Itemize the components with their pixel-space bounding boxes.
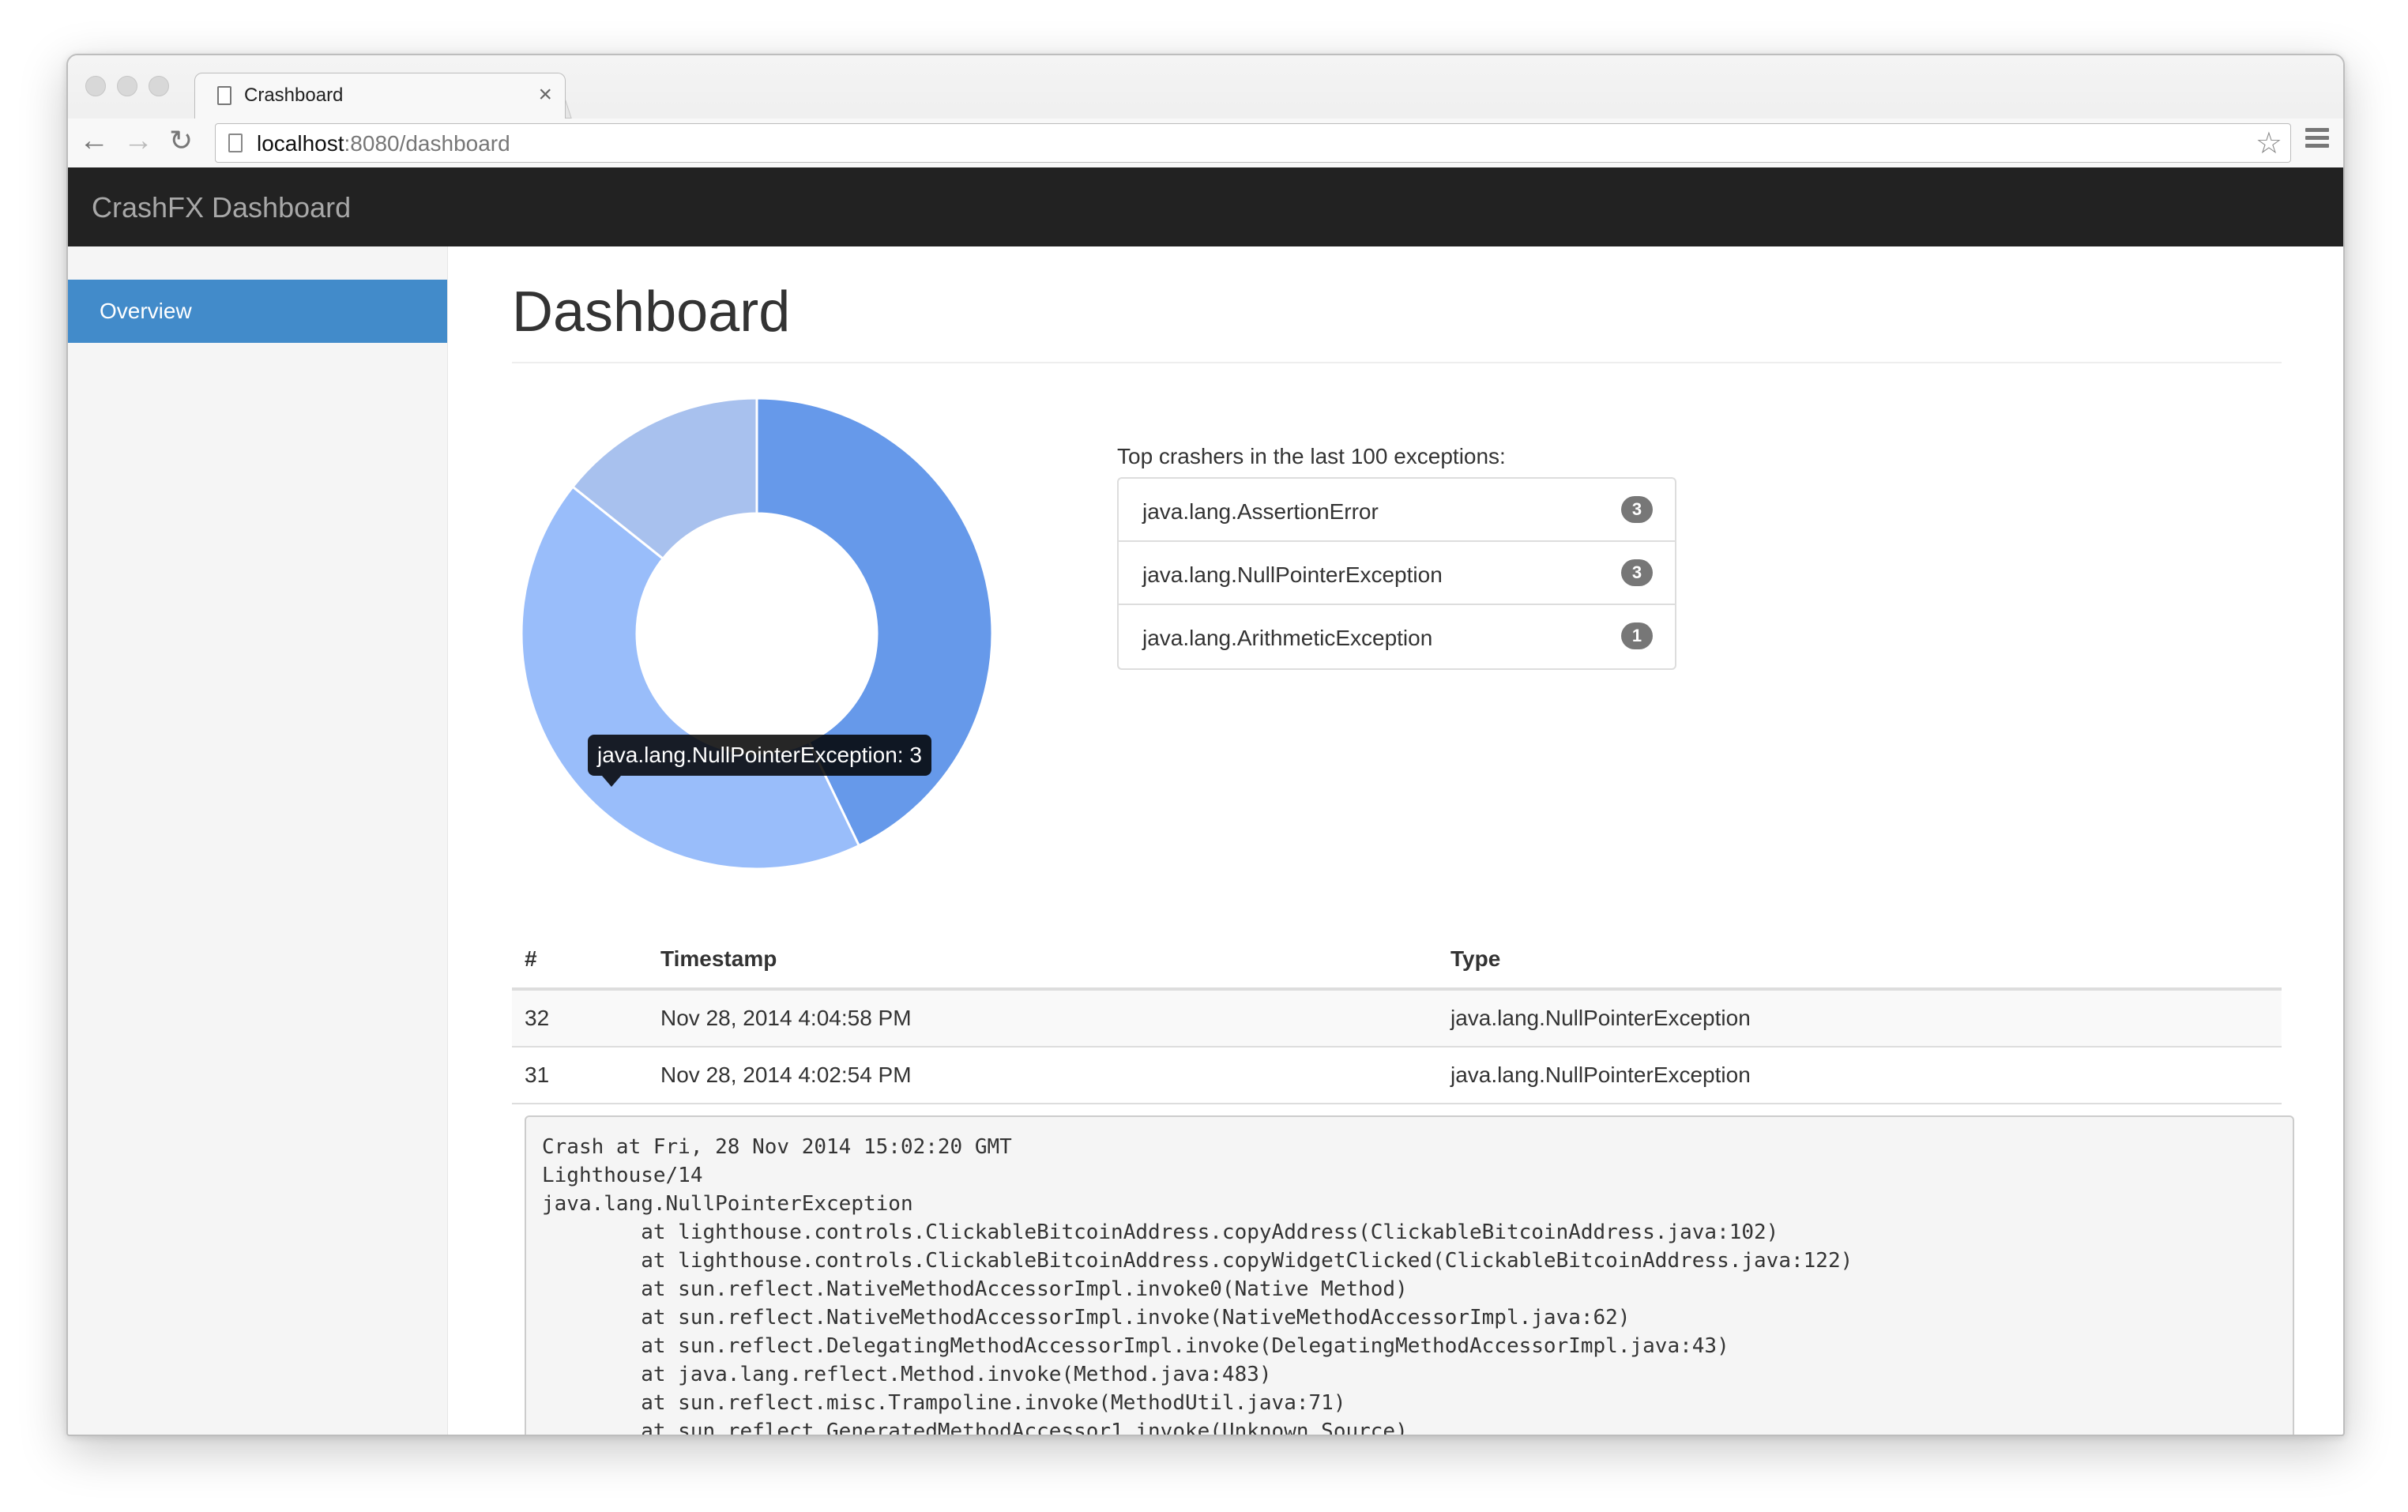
count-badge: 3 xyxy=(1621,559,1653,586)
browser-tab[interactable]: Crashboard × xyxy=(194,73,566,118)
cell-number: 32 xyxy=(512,989,648,1047)
table-row[interactable]: 32 Nov 28, 2014 4:04:58 PM java.lang.Nul… xyxy=(512,989,2282,1047)
cell-timestamp: Nov 28, 2014 4:02:54 PM xyxy=(648,1047,1438,1104)
list-item: java.lang.AssertionError 3 xyxy=(1119,479,1675,542)
bookmark-star-icon[interactable]: ☆ xyxy=(2256,126,2282,161)
page-icon xyxy=(228,134,243,152)
column-header-number: # xyxy=(512,931,648,991)
cell-type: java.lang.NullPointerException xyxy=(1438,989,2282,1047)
page-title: Dashboard xyxy=(512,280,791,344)
column-header-type: Type xyxy=(1438,931,2282,991)
page-icon xyxy=(217,86,231,105)
crasher-name: java.lang.AssertionError xyxy=(1142,499,1379,524)
table-header-row: # Timestamp Type xyxy=(512,931,2282,991)
hamburger-menu-icon[interactable] xyxy=(2305,128,2329,149)
tab-close-icon[interactable]: × xyxy=(538,81,552,108)
top-crashers-list: java.lang.AssertionError 3 java.lang.Nul… xyxy=(1117,477,1676,670)
back-arrow-icon[interactable]: ← xyxy=(79,125,109,156)
reload-icon[interactable]: ↻ xyxy=(169,125,193,156)
browser-chrome: Crashboard × ← → ↻ localhost:8080/dashbo… xyxy=(68,55,2343,168)
top-crashers-panel: Top crashers in the last 100 exceptions:… xyxy=(1117,444,1676,670)
close-window-button[interactable] xyxy=(85,76,106,96)
url-host: localhost xyxy=(257,131,344,156)
donut-slice-1[interactable] xyxy=(520,485,861,871)
count-badge: 1 xyxy=(1621,622,1653,649)
title-divider xyxy=(512,362,2282,363)
crash-table: # Timestamp Type 32 Nov 28, 2014 4:04:58… xyxy=(512,931,2282,1104)
forward-arrow-icon[interactable]: → xyxy=(123,125,153,156)
brand-link[interactable]: CrashFX Dashboard xyxy=(92,191,351,224)
app-navbar: CrashFX Dashboard xyxy=(68,167,2343,246)
browser-window: Crashboard × ← → ↻ localhost:8080/dashbo… xyxy=(66,54,2345,1436)
minimize-window-button[interactable] xyxy=(117,76,137,96)
sidebar: Overview xyxy=(68,246,448,1435)
table-row[interactable]: 31 Nov 28, 2014 4:02:54 PM java.lang.Nul… xyxy=(512,1047,2282,1104)
count-badge: 3 xyxy=(1621,496,1653,523)
chart-tooltip: java.lang.NullPointerException: 3 xyxy=(588,735,931,787)
cell-type: java.lang.NullPointerException xyxy=(1438,1047,2282,1104)
cell-number: 31 xyxy=(512,1047,648,1104)
url-path: :8080/dashboard xyxy=(344,131,510,156)
main-content: Dashboard java.lang.NullPointerException… xyxy=(512,246,2294,1435)
tab-title: Crashboard xyxy=(244,85,344,106)
crasher-name: java.lang.NullPointerException xyxy=(1142,562,1443,587)
url-text: localhost:8080/dashboard xyxy=(257,131,510,156)
sidebar-item-overview[interactable]: Overview xyxy=(68,280,447,343)
list-item: java.lang.NullPointerException 3 xyxy=(1119,542,1675,605)
zoom-window-button[interactable] xyxy=(149,76,169,96)
crasher-name: java.lang.ArithmeticException xyxy=(1142,626,1433,650)
list-item: java.lang.ArithmeticException 1 xyxy=(1119,605,1675,668)
browser-toolbar: ← → ↻ localhost:8080/dashboard ☆ xyxy=(68,118,2343,167)
column-header-timestamp: Timestamp xyxy=(648,931,1438,991)
address-bar[interactable]: localhost:8080/dashboard ☆ xyxy=(215,123,2291,163)
top-crashers-heading: Top crashers in the last 100 exceptions: xyxy=(1117,444,1506,468)
crash-donut-chart xyxy=(520,397,994,871)
stack-trace: Crash at Fri, 28 Nov 2014 15:02:20 GMT L… xyxy=(525,1115,2294,1435)
cell-timestamp: Nov 28, 2014 4:04:58 PM xyxy=(648,989,1438,1047)
